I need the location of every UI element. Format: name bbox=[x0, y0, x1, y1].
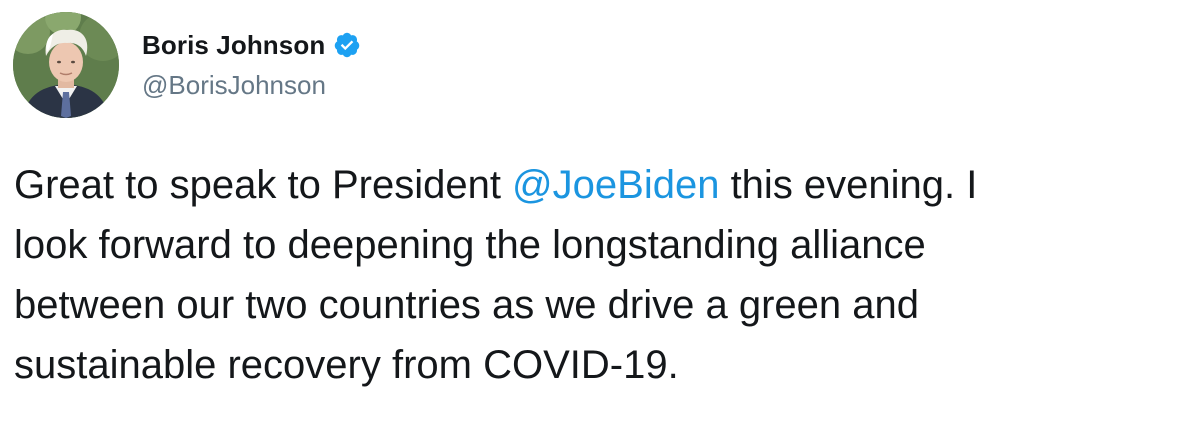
display-name[interactable]: Boris Johnson bbox=[142, 30, 325, 61]
avatar[interactable] bbox=[13, 12, 119, 118]
profile-photo-icon bbox=[13, 12, 119, 118]
verified-badge-icon bbox=[333, 31, 361, 59]
tweet-line-2: look forward to deepening the longstandi… bbox=[14, 223, 926, 267]
tweet-line-3: between our two countries as we drive a … bbox=[14, 283, 919, 327]
tweet-text: Great to speak to President @JoeBiden th… bbox=[14, 155, 1194, 395]
handle[interactable]: @BorisJohnson bbox=[142, 70, 361, 101]
mention-link[interactable]: @JoeBiden bbox=[512, 163, 719, 207]
tweet-text-segment: Great to speak to President bbox=[14, 163, 513, 207]
tweet-text-segment: this evening. I bbox=[719, 163, 978, 207]
tweet-card: Boris Johnson @BorisJohnson Great to spe… bbox=[0, 0, 1200, 423]
author-info: Boris Johnson @BorisJohnson bbox=[142, 28, 361, 101]
tweet-line-4: sustainable recovery from COVID-19. bbox=[14, 343, 679, 387]
name-row: Boris Johnson bbox=[142, 28, 361, 62]
tweet-line-1: Great to speak to President @JoeBiden th… bbox=[14, 155, 1194, 215]
